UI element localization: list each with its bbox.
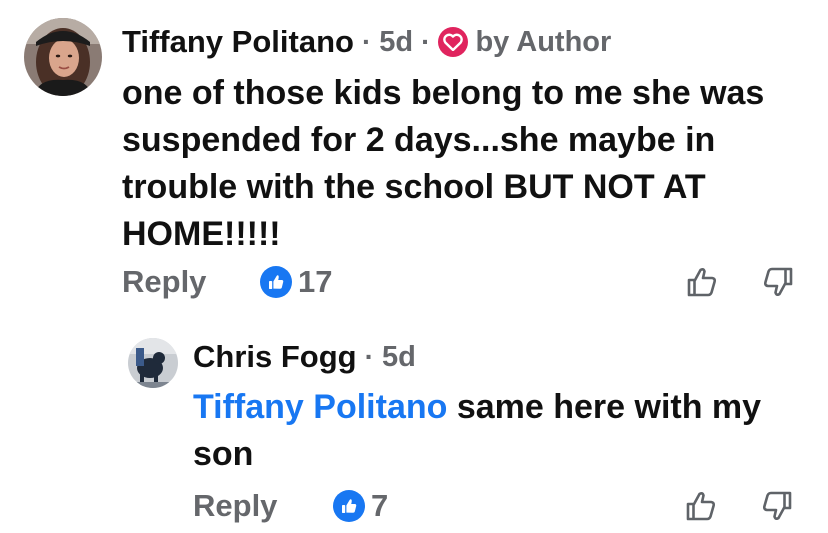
reaction-summary[interactable]: 7 [333, 486, 388, 526]
upvote-button[interactable] [681, 486, 721, 526]
comment-header: Tiffany Politano · 5d · by Author [122, 22, 611, 62]
thumb-down-outline-icon [763, 267, 793, 297]
thumbs-up-icon [333, 490, 365, 522]
timestamp[interactable]: 5d [382, 341, 416, 374]
separator-dot: · [364, 341, 374, 372]
avatar[interactable] [128, 338, 178, 388]
reaction-summary[interactable]: 17 [260, 262, 332, 302]
reply-comment: Chris Fogg · 5d Tiffany Politano same he… [0, 320, 828, 533]
author-name[interactable]: Chris Fogg [193, 339, 357, 375]
reaction-count: 7 [371, 488, 389, 523]
reply-button[interactable]: Reply [193, 486, 277, 526]
comment-actions: Reply 7 [193, 486, 812, 526]
thumb-up-outline-icon [686, 491, 716, 521]
downvote-button[interactable] [757, 486, 797, 526]
comment-actions: Reply 17 [122, 262, 812, 302]
by-author-label: by Author [475, 25, 612, 58]
thumb-down-outline-icon [762, 491, 792, 521]
upvote-button[interactable] [682, 262, 722, 302]
mention-link[interactable]: Tiffany Politano [193, 388, 447, 426]
heart-icon [438, 27, 469, 57]
author-badge: by Author [438, 26, 611, 59]
author-name[interactable]: Tiffany Politano [122, 24, 354, 60]
comment-text: Tiffany Politano same here with my son [193, 384, 803, 478]
reply-button[interactable]: Reply [122, 262, 206, 302]
timestamp[interactable]: 5d [379, 26, 413, 59]
comment: Tiffany Politano · 5d · by Author one of… [0, 0, 828, 320]
downvote-button[interactable] [758, 262, 798, 302]
comment-text: one of those kids belong to me she was s… [122, 74, 765, 253]
reaction-count: 17 [298, 264, 333, 299]
thumb-up-outline-icon [687, 267, 717, 297]
separator-dot: · [361, 26, 372, 57]
comment-header: Chris Fogg · 5d [193, 338, 416, 376]
separator-dot: · [421, 26, 431, 57]
thumbs-up-icon [260, 266, 292, 298]
avatar[interactable] [24, 18, 102, 96]
